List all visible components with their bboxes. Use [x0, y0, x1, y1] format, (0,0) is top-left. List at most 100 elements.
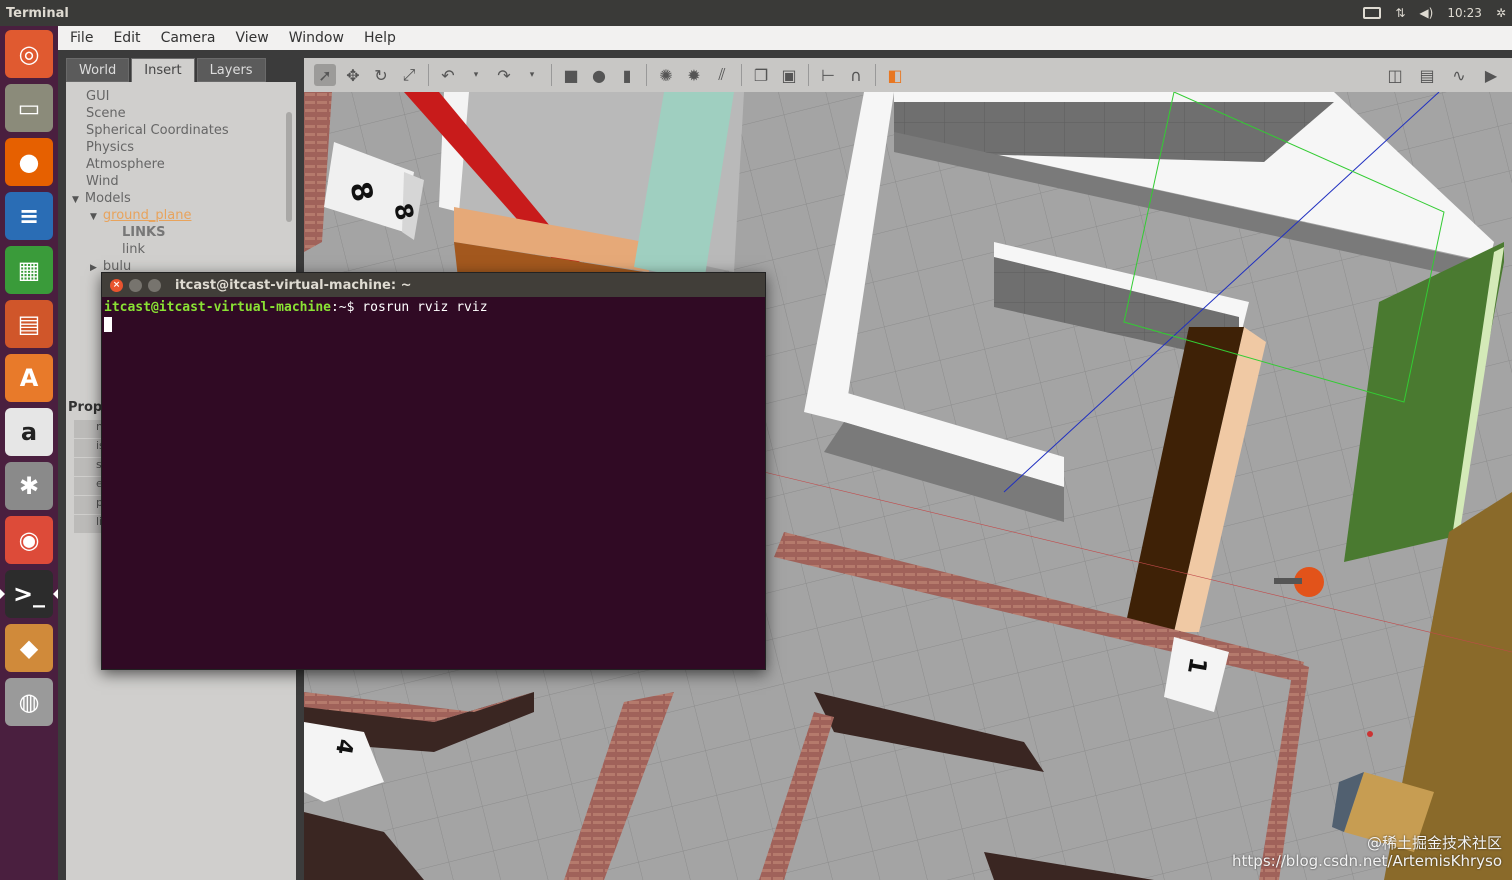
launcher-glyph: ◍ [18, 688, 40, 716]
tab-insert[interactable]: Insert [131, 58, 195, 82]
menu-window[interactable]: Window [281, 30, 352, 46]
files-icon[interactable]: ▭ [5, 84, 53, 132]
terminal-icon[interactable]: >_ [0, 570, 58, 618]
minimize-icon[interactable] [129, 278, 142, 292]
toolbar-divider [646, 64, 647, 86]
cylinder-shape-icon[interactable]: ▮ [616, 64, 638, 86]
terminal-command-line: itcast@itcast-virtual-machine:~$ rosrun … [104, 299, 763, 316]
launcher-glyph: ▭ [17, 94, 41, 122]
prompt-path: :~$ [330, 300, 355, 315]
ubuntu-dash-icon[interactable]: ◎ [5, 30, 53, 78]
menu-file[interactable]: File [62, 30, 101, 46]
volume-icon[interactable]: ◀) [1419, 6, 1433, 20]
expand-arrow-icon[interactable]: ▼ [90, 212, 97, 222]
scale-mode-icon[interactable]: ⤢ [398, 64, 420, 86]
log-icon[interactable]: ▤ [1416, 64, 1438, 86]
directional-light-icon[interactable]: ⫽ [711, 64, 733, 86]
toolbar-right-group: ◫ ▤ ∿ ▶ [1384, 64, 1512, 86]
gazebo-icon[interactable]: ◆ [5, 624, 53, 672]
tab-world[interactable]: World [66, 58, 130, 82]
launcher-glyph: ◎ [18, 40, 40, 68]
collapse-arrow-icon[interactable]: ▶ [90, 263, 97, 273]
redo-icon[interactable]: ↷ [493, 64, 515, 86]
watermark: @稀土掘金技术社区 https://blog.csdn.net/ArtemisK… [1232, 834, 1502, 870]
launcher-glyph: ▤ [17, 310, 41, 338]
launcher-glyph: ◉ [18, 526, 40, 554]
terminal-body[interactable]: itcast@itcast-virtual-machine:~$ rosrun … [102, 297, 765, 335]
terminal-cursor-line [104, 316, 763, 333]
impress-icon[interactable]: ▤ [5, 300, 53, 348]
terminal-title: itcast@itcast-virtual-machine: ~ [175, 277, 412, 293]
align-icon[interactable]: ⊢ [817, 64, 839, 86]
system-tray: ⇅ ◀) 10:23 ✲ [1363, 6, 1512, 20]
tree-item-models[interactable]: ▼ Models [66, 190, 296, 207]
keyboard-icon[interactable] [1363, 7, 1382, 19]
copy-icon[interactable]: ❐ [750, 64, 772, 86]
launcher-glyph: A [19, 364, 39, 392]
menu-camera[interactable]: Camera [153, 30, 224, 46]
tab-layers[interactable]: Layers [196, 58, 266, 82]
text-cursor [104, 317, 112, 332]
translate-mode-icon[interactable]: ✥ [342, 64, 364, 86]
menu-view[interactable]: View [228, 30, 277, 46]
tree-item-ground-plane[interactable]: ▼ ground_plane [66, 207, 296, 224]
dvd-icon[interactable]: ◍ [5, 678, 53, 726]
settings-icon[interactable]: ✱ [5, 462, 53, 510]
tree-item-physics[interactable]: Physics [66, 139, 296, 156]
plot-icon[interactable]: ∿ [1448, 64, 1470, 86]
watermark-site: @稀土掘金技术社区 [1366, 834, 1502, 852]
tree-item-scene[interactable]: Scene [66, 105, 296, 122]
launcher-glyph: >_ [12, 580, 46, 608]
gear-icon[interactable]: ✲ [1496, 6, 1506, 20]
viewport-toolbar: ➚ ✥ ↻ ⤢ ↶ ▾ ↷ ▾ ■ ● ▮ ✺ ✹ ⫽ ❐ ▣ ⊢ ∩ ◧ ◫ … [304, 58, 1512, 92]
toolbar-divider [741, 64, 742, 86]
active-app-title: Terminal [6, 5, 69, 21]
calc-icon[interactable]: ▦ [5, 246, 53, 294]
top-panel: Terminal ⇅ ◀) 10:23 ✲ [0, 0, 1512, 26]
paste-icon[interactable]: ▣ [778, 64, 800, 86]
tree-item-atmosphere[interactable]: Atmosphere [66, 156, 296, 173]
undo-dropdown-icon[interactable]: ▾ [465, 64, 487, 86]
clock[interactable]: 10:23 [1447, 6, 1482, 20]
maximize-icon[interactable] [148, 278, 161, 292]
record-video-icon[interactable]: ▶ [1480, 64, 1502, 86]
box-shape-icon[interactable]: ■ [560, 64, 582, 86]
undo-icon[interactable]: ↶ [437, 64, 459, 86]
toolbar-divider [551, 64, 552, 86]
launcher-glyph: ● [18, 148, 40, 176]
amazon-icon[interactable]: a [5, 408, 53, 456]
chrome-icon[interactable]: ◉ [5, 516, 53, 564]
expand-arrow-icon[interactable]: ▼ [72, 195, 79, 205]
select-mode-icon[interactable]: ➚ [314, 64, 336, 86]
terminal-window[interactable]: × itcast@itcast-virtual-machine: ~ itcas… [101, 272, 766, 670]
world-tree: GUI Scene Spherical Coordinates Physics … [66, 82, 296, 275]
tree-item-links[interactable]: LINKS [66, 224, 296, 241]
spot-light-icon[interactable]: ✹ [683, 64, 705, 86]
software-center-icon[interactable]: A [5, 354, 53, 402]
prompt-user: itcast@itcast-virtual-machine [104, 300, 331, 315]
point-light-icon[interactable]: ✺ [655, 64, 677, 86]
redo-dropdown-icon[interactable]: ▾ [521, 64, 543, 86]
terminal-titlebar[interactable]: × itcast@itcast-virtual-machine: ~ [102, 273, 765, 297]
tree-item-gui[interactable]: GUI [66, 88, 296, 105]
menu-help[interactable]: Help [356, 30, 404, 46]
launcher: ◎ ▭ ● ≡ ▦ ▤ Aa ✱ ◉ >_ ◆ ◍ [0, 26, 58, 880]
network-icon[interactable]: ⇅ [1395, 6, 1405, 20]
firefox-icon[interactable]: ● [5, 138, 53, 186]
sphere-shape-icon[interactable]: ● [588, 64, 610, 86]
launcher-glyph: ◆ [19, 634, 39, 662]
tree-item-link[interactable]: link [66, 241, 296, 258]
view-angle-icon[interactable]: ◧ [884, 64, 906, 86]
tree-scrollbar[interactable] [286, 112, 292, 222]
marker [1367, 731, 1373, 737]
toolbar-divider [808, 64, 809, 86]
writer-icon[interactable]: ≡ [5, 192, 53, 240]
rotate-mode-icon[interactable]: ↻ [370, 64, 392, 86]
launcher-glyph: ≡ [18, 202, 40, 230]
screenshot-icon[interactable]: ◫ [1384, 64, 1406, 86]
close-icon[interactable]: × [110, 278, 123, 292]
snap-icon[interactable]: ∩ [845, 64, 867, 86]
tree-item-wind[interactable]: Wind [66, 173, 296, 190]
menu-edit[interactable]: Edit [105, 30, 148, 46]
tree-item-spherical-coordinates[interactable]: Spherical Coordinates [66, 122, 296, 139]
